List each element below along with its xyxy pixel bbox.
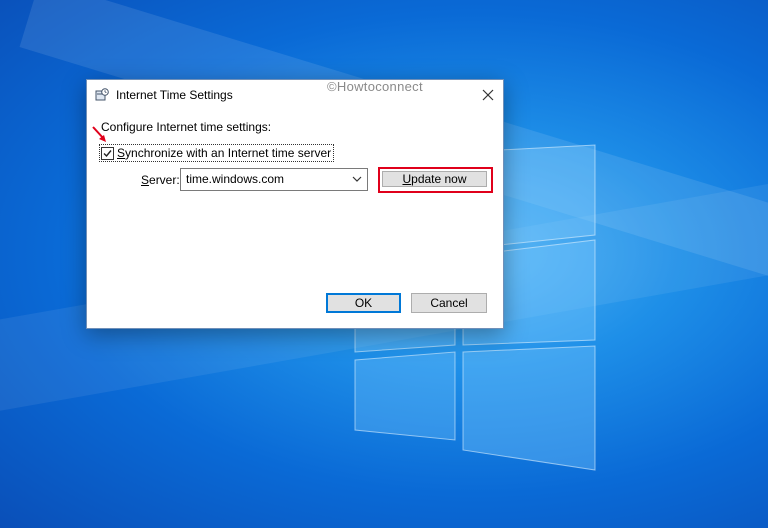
server-label-text: erver: [149, 173, 180, 187]
title-bar[interactable]: Internet Time Settings ©Howtoconnect [87, 79, 503, 110]
internet-time-settings-dialog: Internet Time Settings ©Howtoconnect Con… [86, 79, 504, 329]
sync-checkbox[interactable] [101, 146, 114, 160]
settings-heading: Configure Internet time settings: [101, 120, 272, 134]
clock-settings-icon [95, 88, 109, 101]
sync-label-accesskey: S [117, 146, 126, 160]
ok-button[interactable]: OK [326, 293, 401, 313]
server-label: Server: [141, 173, 180, 187]
close-button[interactable] [473, 80, 503, 110]
red-arrow-icon [92, 126, 106, 142]
chevron-down-icon[interactable] [352, 174, 362, 184]
close-icon [482, 89, 494, 101]
dialog-title: Internet Time Settings [116, 88, 233, 102]
server-select-value: time.windows.com [186, 172, 285, 186]
update-now-highlight: Update now [378, 167, 493, 193]
update-label-accesskey: U [402, 172, 412, 186]
update-label-text: pdate now [411, 172, 467, 186]
sync-checkbox-label: Synchronize with an Internet time server [117, 146, 331, 160]
sync-checkbox-row[interactable]: Synchronize with an Internet time server [99, 144, 335, 162]
sync-label-text: ynchronize with an Internet time server [125, 146, 332, 160]
cancel-button[interactable]: Cancel [411, 293, 487, 313]
watermark-text: ©Howtoconnect [327, 79, 423, 94]
checkmark-icon [103, 149, 112, 157]
server-label-accesskey: S [141, 173, 150, 187]
update-now-button[interactable]: Update now [382, 171, 487, 187]
server-select[interactable]: time.windows.com [180, 168, 368, 191]
